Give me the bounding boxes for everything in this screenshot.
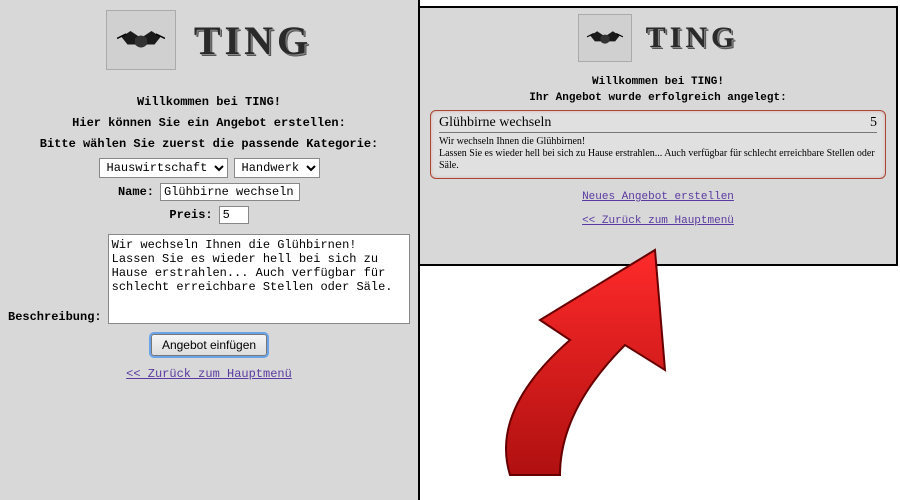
price-row: Preis: — [0, 206, 418, 224]
category-row: Hauswirtschaft Handwerk — [0, 158, 418, 178]
offer-card-header: Glühbirne wechseln 5 — [439, 115, 877, 133]
confirmation-panel: TING Willkommen bei TING! Ihr Angebot wu… — [418, 6, 898, 266]
category-1-select[interactable]: Hauswirtschaft — [99, 158, 228, 178]
back-to-main-link[interactable]: << Zurück zum Hauptmenü — [126, 367, 292, 381]
description-textarea[interactable]: Wir wechseln Ihnen die Glühbirnen! Lasse… — [108, 234, 410, 324]
handshake-icon — [106, 10, 176, 70]
brand-title: TING — [646, 21, 739, 55]
offer-body-line-1: Wir wechseln Ihnen die Glühbirnen! — [439, 136, 877, 148]
offer-body: Wir wechseln Ihnen die Glühbirnen! Lasse… — [439, 133, 877, 172]
description-label: Beschreibung: — [8, 310, 102, 324]
brand-title: TING — [194, 17, 312, 64]
offer-title: Glühbirne wechseln — [439, 115, 551, 131]
offer-price: 5 — [870, 115, 877, 131]
category-prompt: Bitte wählen Sie zuerst die passende Kat… — [0, 137, 418, 151]
submit-offer-button[interactable]: Angebot einfügen — [151, 334, 267, 356]
logo-row: TING — [0, 0, 418, 88]
back-to-main-link[interactable]: << Zurück zum Hauptmenü — [582, 215, 734, 227]
offer-card: Glühbirne wechseln 5 Wir wechseln Ihnen … — [430, 110, 886, 179]
success-text: Ihr Angebot wurde erfolgreich angelegt: — [420, 92, 896, 104]
price-label: Preis: — [169, 208, 212, 222]
subtitle-text: Hier können Sie ein Angebot erstellen: — [0, 116, 418, 130]
logo-row: TING — [420, 8, 896, 72]
welcome-text: Willkommen bei TING! — [0, 95, 418, 109]
offer-body-line-2: Lassen Sie es wieder hell bei sich zu Ha… — [439, 148, 877, 172]
name-input[interactable] — [160, 183, 300, 201]
create-offer-panel: TING Willkommen bei TING! Hier können Si… — [0, 0, 420, 500]
price-input[interactable] — [219, 206, 249, 224]
submit-row: Angebot einfügen — [0, 334, 418, 356]
arrow-icon — [430, 240, 710, 480]
handshake-icon — [578, 14, 632, 62]
new-offer-link[interactable]: Neues Angebot erstellen — [582, 191, 734, 203]
category-2-select[interactable]: Handwerk — [234, 158, 320, 178]
welcome-text: Willkommen bei TING! — [420, 76, 896, 88]
name-label: Name: — [118, 185, 154, 199]
name-row: Name: — [0, 183, 418, 201]
description-row: Beschreibung: Wir wechseln Ihnen die Glü… — [0, 234, 418, 324]
